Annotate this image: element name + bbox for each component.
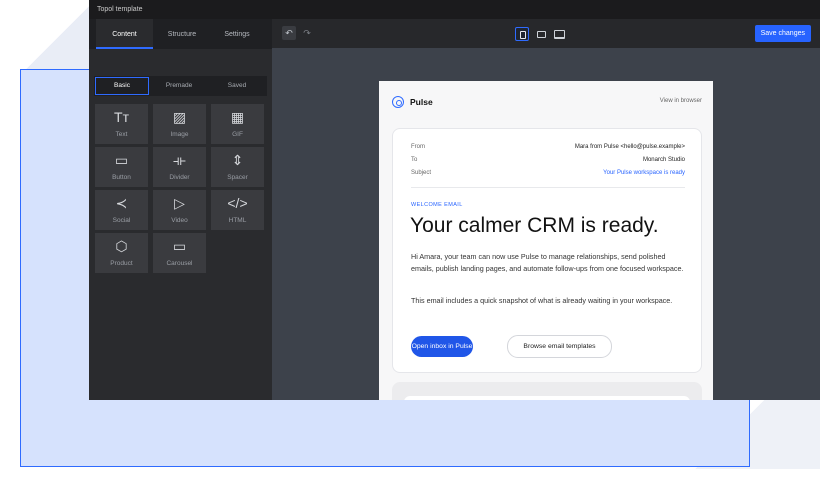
eyebrow-label: WELCOME EMAIL bbox=[411, 202, 463, 208]
block-product[interactable]: ⬡ Product bbox=[95, 233, 148, 273]
editor-toolbar: ↶ ↷ Save changes bbox=[272, 19, 820, 48]
block-video[interactable]: ▷ Video bbox=[153, 190, 206, 230]
block-label: Text bbox=[115, 131, 128, 138]
email-paragraph: Hi Amara, your team can now use Pulse to… bbox=[411, 252, 684, 273]
sidebar: Content Structure Settings Basic Premade… bbox=[89, 19, 272, 400]
subtab-premade[interactable]: Premade bbox=[152, 76, 206, 96]
email-header: Pulse View in browser bbox=[379, 81, 713, 125]
box-icon: ⬡ bbox=[115, 238, 128, 254]
meta-value: Mara from Pulse <hello@pulse.example> bbox=[574, 144, 685, 150]
browse-templates-button[interactable]: Browse email templates bbox=[507, 335, 612, 358]
block-html[interactable]: </> HTML bbox=[211, 190, 264, 230]
mobile-icon[interactable] bbox=[515, 27, 529, 41]
meta-label: To bbox=[411, 157, 418, 163]
block-label: Product bbox=[110, 260, 133, 267]
divider-icon: ⟛ bbox=[173, 152, 186, 168]
desktop-icon[interactable] bbox=[552, 27, 566, 41]
email-card-secondary bbox=[392, 382, 702, 400]
meta-label: Subject bbox=[411, 170, 432, 176]
meta-to: To Monarch Studio bbox=[411, 156, 685, 165]
divider bbox=[411, 187, 685, 188]
meta-value: Monarch Studio bbox=[642, 157, 685, 163]
carousel-icon: ▭ bbox=[172, 238, 187, 254]
subtab-basic[interactable]: Basic bbox=[95, 77, 149, 95]
open-inbox-button[interactable]: Open inbox in Pulse bbox=[411, 336, 473, 357]
button-icon: ▭ bbox=[114, 152, 129, 168]
email-headline: Your calmer CRM is ready. bbox=[410, 214, 659, 237]
editor-window: Topol template Content Structure Setting… bbox=[89, 0, 820, 400]
block-label: Image bbox=[170, 131, 189, 138]
meta-subject: Subject Your Pulse workspace is ready bbox=[411, 169, 685, 178]
block-social[interactable]: ≺ Social bbox=[95, 190, 148, 230]
block-divider[interactable]: ⟛ Divider bbox=[153, 147, 206, 187]
share-icon: ≺ bbox=[115, 195, 128, 211]
block-subtabs: Basic Premade Saved bbox=[94, 76, 267, 96]
spacer-icon: ⇕ bbox=[231, 152, 244, 168]
block-image[interactable]: ▨ Image bbox=[153, 104, 206, 144]
redo-icon[interactable]: ↷ bbox=[300, 26, 314, 40]
meta-label: From bbox=[411, 144, 425, 150]
block-carousel[interactable]: ▭ Carousel bbox=[153, 233, 206, 273]
tab-content[interactable]: Content bbox=[96, 19, 153, 49]
editor-canvas: Pulse View in browser From Mara from Pul… bbox=[272, 48, 820, 400]
block-label: Carousel bbox=[166, 260, 193, 267]
code-icon: </> bbox=[227, 195, 248, 211]
block-label: GIF bbox=[232, 131, 243, 138]
email-card-inner bbox=[404, 396, 690, 400]
block-label: HTML bbox=[228, 217, 247, 224]
meta-value: Your Pulse workspace is ready bbox=[603, 170, 685, 176]
film-icon: ▦ bbox=[230, 109, 245, 125]
view-in-browser-link[interactable]: View in browser bbox=[660, 98, 702, 104]
tab-settings[interactable]: Settings bbox=[211, 19, 263, 49]
block-label: Video bbox=[171, 217, 188, 224]
block-text[interactable]: Tт Text bbox=[95, 104, 148, 144]
undo-icon[interactable]: ↶ bbox=[282, 26, 296, 40]
tablet-icon[interactable] bbox=[534, 27, 548, 41]
meta-from: From Mara from Pulse <hello@pulse.exampl… bbox=[411, 143, 685, 152]
block-button[interactable]: ▭ Button bbox=[95, 147, 148, 187]
app-title: Topol template bbox=[89, 0, 820, 19]
email-paragraph: This email includes a quick snapshot of … bbox=[411, 296, 673, 305]
sidebar-tabs: Content Structure Settings bbox=[89, 19, 272, 49]
email-preview: Pulse View in browser From Mara from Pul… bbox=[379, 81, 713, 400]
block-spacer[interactable]: ⇕ Spacer bbox=[211, 147, 264, 187]
tab-structure[interactable]: Structure bbox=[153, 19, 211, 49]
block-label: Spacer bbox=[227, 174, 248, 181]
image-icon: ▨ bbox=[172, 109, 187, 125]
email-card: From Mara from Pulse <hello@pulse.exampl… bbox=[392, 128, 702, 373]
block-label: Social bbox=[112, 217, 131, 224]
block-gif[interactable]: ▦ GIF bbox=[211, 104, 264, 144]
brand-name: Pulse bbox=[410, 97, 433, 107]
block-label: Button bbox=[112, 174, 131, 181]
block-label: Divider bbox=[169, 174, 190, 181]
pulse-logo-icon bbox=[392, 96, 404, 108]
subtab-saved[interactable]: Saved bbox=[210, 76, 264, 96]
save-button[interactable]: Save changes bbox=[754, 25, 811, 42]
play-icon: ▷ bbox=[174, 195, 185, 211]
text-icon: Tт bbox=[114, 109, 129, 125]
